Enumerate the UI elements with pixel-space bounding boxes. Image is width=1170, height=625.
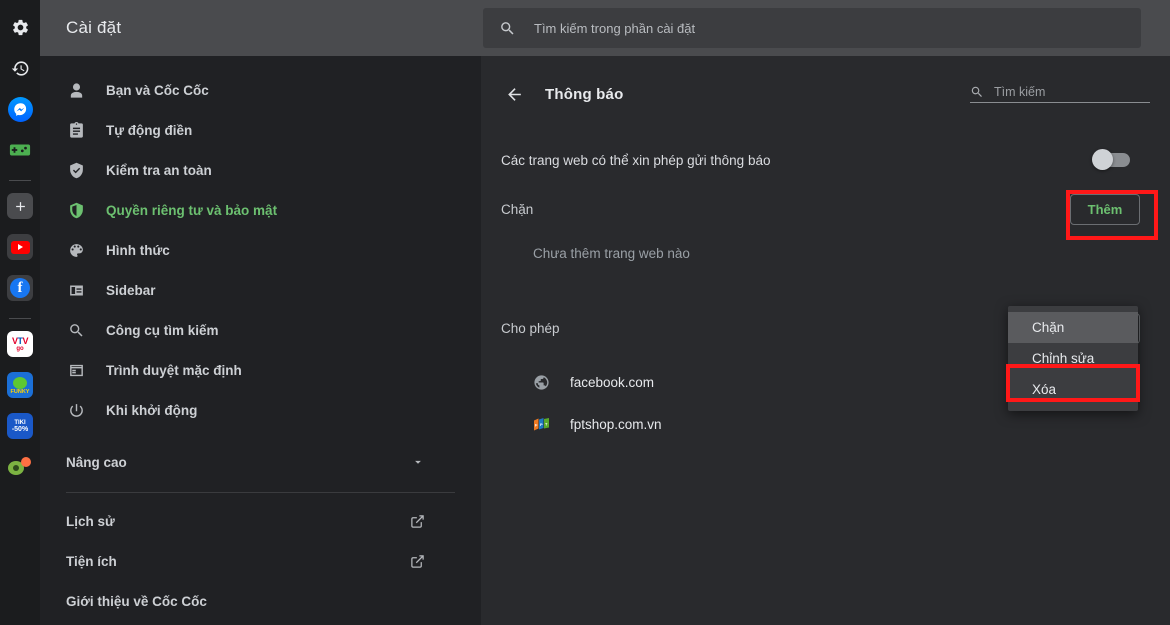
- blocked-section-header: Chặn Thêm: [481, 186, 1170, 232]
- blocked-empty-text: Chưa thêm trang web nào: [533, 246, 690, 261]
- globe-icon: [533, 374, 550, 391]
- sidebar-item-default-browser[interactable]: Trình duyệt mặc định: [40, 350, 481, 390]
- sidebar-item-search-engine[interactable]: Công cụ tìm kiếm: [40, 310, 481, 350]
- rail-divider-1: [9, 180, 31, 181]
- site-context-menu: Chặn Chỉnh sửa Xóa: [1008, 306, 1138, 411]
- sidebar-footer-links: Lịch sử Tiện ích Giới thiệu về Cốc Cốc: [40, 493, 481, 621]
- sidebar-item-autofill[interactable]: Tự động điền: [40, 110, 481, 150]
- sidebar-item-appearance[interactable]: Hình thức: [40, 230, 481, 270]
- svg-text:P: P: [540, 422, 543, 427]
- sidebar-item-safety-check[interactable]: Kiểm tra an toàn: [40, 150, 481, 190]
- sidebar-item-label: Sidebar: [106, 282, 156, 298]
- sidebar-item-on-startup[interactable]: Khi khởi động: [40, 390, 481, 430]
- funky-icon[interactable]: FUNKY: [5, 370, 35, 400]
- context-menu-item-delete[interactable]: Xóa: [1008, 374, 1138, 405]
- tiki-icon[interactable]: TIKI -50%: [5, 411, 35, 441]
- toggle-knob: [1092, 149, 1113, 170]
- sidebar-item-label: Hình thức: [106, 242, 170, 258]
- game-controller-icon[interactable]: [5, 135, 35, 165]
- sidebar-item-label: Lịch sử: [66, 513, 115, 529]
- page-title: Cài đặt: [66, 18, 122, 37]
- sidebar-item-label: Giới thiệu về Cốc Cốc: [66, 593, 207, 609]
- search-icon: [970, 85, 984, 99]
- messenger-icon[interactable]: [5, 94, 35, 124]
- palette-icon: [66, 240, 86, 260]
- left-app-rail: f VTV go FUNKY TIKI -50%: [0, 0, 48, 625]
- sidebar-item-you-and-coccoc[interactable]: Bạn và Cốc Cốc: [40, 70, 481, 110]
- sites-can-ask-label: Các trang web có thể xin phép gửi thông …: [501, 152, 771, 168]
- sidebar-advanced-toggle[interactable]: Nâng cao: [40, 442, 481, 482]
- power-icon: [66, 400, 86, 420]
- sidebar-header: Cài đặt: [40, 0, 481, 56]
- sidebar-item-label: Bạn và Cốc Cốc: [106, 82, 209, 98]
- panel-title: Thông báo: [545, 85, 624, 103]
- main-topbar: [481, 0, 1170, 56]
- shield-check-icon: [66, 160, 86, 180]
- context-menu-item-block[interactable]: Chặn: [1008, 312, 1138, 343]
- sidebar-item-privacy-and-security[interactable]: Quyền riêng tư và bảo mật: [40, 190, 481, 230]
- search-icon: [66, 320, 86, 340]
- sidebar-item-label: Tự động điền: [106, 122, 193, 138]
- sidebar-item-extensions[interactable]: Tiện ích: [40, 541, 481, 581]
- browser-icon: [66, 360, 86, 380]
- youtube-icon[interactable]: [5, 232, 48, 262]
- sidebar-nav: Bạn và Cốc Cốc Tự động điền Kiểm tra an …: [40, 56, 481, 621]
- settings-window: f VTV go FUNKY TIKI -50% Cài đặt Bạn và …: [0, 0, 1170, 625]
- fpt-logo-icon: F P T: [533, 416, 550, 433]
- sidebar-item-label: Trình duyệt mặc định: [106, 362, 242, 378]
- site-name: facebook.com: [570, 374, 655, 390]
- external-link-icon: [410, 554, 425, 569]
- facebook-icon[interactable]: f: [5, 273, 48, 303]
- main-content: Thông báo Các trang web có thể xin phép …: [481, 0, 1170, 625]
- sidebar-item-label: Khi khởi động: [106, 402, 198, 418]
- settings-gear-icon[interactable]: [5, 12, 35, 42]
- sidebar-item-label: Kiểm tra an toàn: [106, 162, 212, 178]
- settings-sidebar: Cài đặt Bạn và Cốc Cốc Tự động điền Kiểm: [40, 0, 481, 625]
- sidebar-item-history[interactable]: Lịch sử: [40, 501, 481, 541]
- sites-can-ask-toggle[interactable]: [1092, 149, 1130, 170]
- search-input[interactable]: [534, 20, 1094, 36]
- sidebar-item-about-coccoc[interactable]: Giới thiệu về Cốc Cốc: [40, 581, 481, 621]
- settings-search-box[interactable]: [483, 8, 1141, 48]
- allowed-label: Cho phép: [501, 320, 560, 336]
- sidebar-icon: [66, 280, 86, 300]
- search-icon: [499, 20, 516, 37]
- rail-divider-2: [9, 318, 31, 319]
- clipboard-icon: [66, 120, 86, 140]
- panel-search-input[interactable]: [994, 85, 1134, 99]
- sidebar-item-label: Công cụ tìm kiếm: [106, 322, 219, 338]
- blocked-label: Chặn: [501, 201, 534, 217]
- shield-icon: [66, 200, 86, 220]
- sidebar-item-label: Tiện ích: [66, 553, 117, 569]
- context-menu-item-edit[interactable]: Chỉnh sửa: [1008, 343, 1138, 374]
- back-arrow-icon[interactable]: [499, 79, 529, 109]
- panel-header: Thông báo: [481, 64, 1170, 124]
- external-link-icon: [410, 514, 425, 529]
- sidebar-item-sidebar[interactable]: Sidebar: [40, 270, 481, 310]
- add-plus-icon[interactable]: [5, 191, 35, 221]
- sidebar-advanced-label: Nâng cao: [66, 454, 127, 470]
- sites-can-ask-row: Các trang web có thể xin phép gửi thông …: [481, 134, 1170, 186]
- person-icon: [66, 80, 86, 100]
- chevron-down-icon: [411, 455, 425, 469]
- vtvgo-icon[interactable]: VTV go: [5, 329, 35, 359]
- site-name: fptshop.com.vn: [570, 416, 662, 432]
- coccoc-icon[interactable]: [5, 452, 35, 482]
- panel-search-box[interactable]: [970, 85, 1150, 103]
- blocked-add-button[interactable]: Thêm: [1070, 193, 1140, 225]
- sidebar-item-label: Quyền riêng tư và bảo mật: [106, 202, 278, 218]
- history-clock-icon[interactable]: [5, 53, 35, 83]
